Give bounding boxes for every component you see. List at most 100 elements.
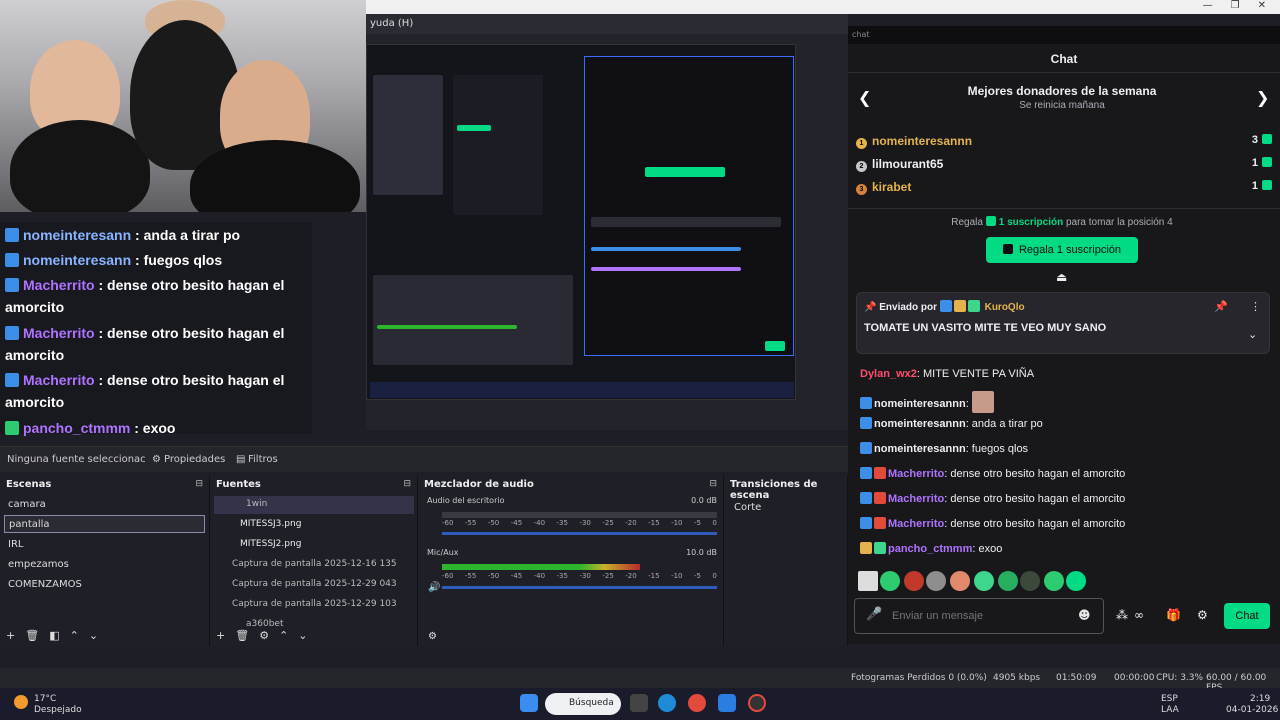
- donors-subtitle: Se reinicia mañana: [1019, 100, 1105, 111]
- obs-menu-bar[interactable]: yuda (H): [366, 14, 848, 34]
- pinned-by: 📌 Enviado por KuroQlo: [864, 300, 1025, 313]
- source-item[interactable]: Captura de pantalla 2025-12-29 103: [214, 596, 414, 614]
- emote-icon[interactable]: [1020, 571, 1040, 591]
- transition-select[interactable]: Corte: [734, 502, 761, 513]
- chat-message: nomeinteresannn: anda a tirar po: [860, 416, 1270, 432]
- filter-icon[interactable]: ◧: [49, 629, 59, 642]
- collapse-icon[interactable]: ⏏: [1056, 270, 1067, 284]
- emote-icon[interactable]: [926, 571, 946, 591]
- rank-badge: 2: [856, 161, 867, 172]
- notepad-icon[interactable]: [718, 694, 736, 712]
- scene-item[interactable]: camara: [4, 496, 205, 514]
- meter-tick: -60: [442, 519, 454, 527]
- send-chat-button[interactable]: Chat: [1224, 603, 1270, 629]
- gift-sub-button[interactable]: Regala 1 suscripción: [986, 237, 1138, 263]
- emote-icon[interactable]: [950, 571, 970, 591]
- emote-icon[interactable]: [974, 571, 994, 591]
- scene-item[interactable]: IRL: [4, 536, 205, 554]
- settings-icon[interactable]: ⚙: [1197, 608, 1208, 622]
- sub-badge-icon: [874, 542, 886, 554]
- close-icon[interactable]: ✕: [1258, 0, 1266, 14]
- emote-icon[interactable]: [880, 571, 900, 591]
- task-view-icon[interactable]: [630, 694, 648, 712]
- filters-button[interactable]: Filtros: [248, 454, 278, 465]
- gift-icon: [1262, 134, 1272, 144]
- chat-address-bar[interactable]: chat: [848, 26, 1280, 44]
- weather-desc[interactable]: Despejado: [34, 705, 82, 715]
- emote-icon[interactable]: [904, 571, 924, 591]
- dock-menu-icon[interactable]: ⊟: [403, 479, 411, 489]
- crown-icon: [860, 542, 872, 554]
- language-code[interactable]: ESP: [1161, 694, 1178, 704]
- donor-row[interactable]: 1 nomeinteresannn 3: [856, 134, 1272, 154]
- emote-icon[interactable]: [1066, 571, 1086, 591]
- filter-icon[interactable]: ▤: [236, 454, 245, 465]
- meter-tick: -60: [442, 572, 454, 580]
- mixer-settings-icon[interactable]: ⚙: [428, 631, 437, 642]
- scene-item[interactable]: empezamos: [4, 556, 205, 574]
- gift-icon: [1262, 157, 1272, 167]
- pin-icon[interactable]: 📌: [1214, 300, 1228, 313]
- dropped-frames: Fotogramas Perdidos 0 (0.0%): [851, 673, 987, 683]
- donor-row[interactable]: 3 kirabet 1: [856, 180, 1272, 200]
- source-item[interactable]: MITESSJ2.png: [214, 536, 414, 554]
- properties-button[interactable]: Propiedades: [164, 454, 225, 465]
- chevron-down-icon[interactable]: ⌄: [1248, 328, 1257, 341]
- minimize-icon[interactable]: —: [1203, 0, 1213, 14]
- down-icon[interactable]: ⌄: [89, 629, 98, 642]
- dock-menu-icon[interactable]: ⊟: [709, 479, 717, 489]
- start-icon[interactable]: [520, 694, 538, 712]
- meter-tick: -25: [602, 572, 614, 580]
- rank-badge: 1: [856, 138, 867, 149]
- trash-icon[interactable]: 🗑: [25, 629, 39, 642]
- add-icon[interactable]: +: [6, 629, 15, 642]
- track1-volume-slider[interactable]: [442, 532, 717, 535]
- obs-icon[interactable]: [748, 694, 766, 712]
- source-item[interactable]: a360bet: [214, 616, 414, 634]
- meter-tick: -40: [533, 572, 546, 580]
- keyboard-layout[interactable]: LAA: [1161, 705, 1179, 715]
- source-item[interactable]: Captura de pantalla 2025-12-16 135: [214, 556, 414, 574]
- more-options-icon[interactable]: ⋮: [1250, 300, 1261, 313]
- taskbar-search[interactable]: Búsqueda: [545, 693, 621, 715]
- chrome-icon[interactable]: [688, 694, 706, 712]
- up-icon[interactable]: ⌃: [70, 629, 79, 642]
- edge-icon[interactable]: [658, 694, 676, 712]
- emote-icon[interactable]: [858, 571, 878, 591]
- emote-icon[interactable]: [1044, 571, 1064, 591]
- meter-tick: -40: [533, 519, 546, 527]
- meter-tick: -20: [625, 519, 637, 527]
- chat-message: Dylan_wx2: MITE VENTE PA VIÑA: [860, 368, 1035, 380]
- chat-title: Chat: [1050, 52, 1078, 66]
- source-item[interactable]: MITESSJ3.png: [214, 516, 414, 534]
- clock-date[interactable]: 04-01-2026: [1226, 705, 1278, 715]
- source-item[interactable]: Captura de pantalla 2025-12-29 043: [214, 576, 414, 594]
- maximize-icon[interactable]: ❐: [1231, 0, 1240, 14]
- message-input[interactable]: [870, 607, 1070, 625]
- clock-time[interactable]: 2:19: [1250, 694, 1270, 704]
- emoji-icon[interactable]: ☻: [1078, 608, 1091, 622]
- overlay-message: Macherrito : dense otro besito hagan el …: [5, 372, 285, 410]
- source-group[interactable]: 1win: [214, 496, 414, 514]
- overlay-message: nomeinteresann : anda a tirar po: [5, 224, 305, 246]
- speaker-icon[interactable]: 🔊: [428, 582, 440, 593]
- infinity-icon[interactable]: ∞: [1134, 608, 1144, 622]
- dock-menu-icon[interactable]: ⊟: [195, 479, 203, 489]
- emote-icon[interactable]: [998, 571, 1018, 591]
- weather-temp[interactable]: 17°C: [34, 694, 56, 704]
- scene-tools: + 🗑 ◧ ⌃ ⌄: [6, 629, 98, 642]
- gear-icon[interactable]: ⚙: [152, 454, 161, 465]
- scene-item-selected[interactable]: pantalla: [4, 515, 205, 533]
- emote-icon: [971, 391, 994, 413]
- track2-volume-slider[interactable]: [442, 586, 717, 589]
- scene-item[interactable]: COMENZAMOS: [4, 576, 205, 594]
- gift-box-icon[interactable]: 🎁: [1166, 608, 1181, 622]
- track-name: Audio del escritorio: [427, 496, 505, 505]
- donors-title: Mejores donadores de la semana: [967, 84, 1157, 98]
- bits-icon[interactable]: ⁂: [1116, 608, 1128, 622]
- meter-tick: 0: [712, 519, 717, 527]
- meter-tick: -5: [693, 572, 701, 580]
- track-db: 10.0 dB: [686, 548, 717, 557]
- donor-row[interactable]: 2 lilmourant65 1: [856, 157, 1272, 177]
- meter-tick: -50: [487, 519, 500, 527]
